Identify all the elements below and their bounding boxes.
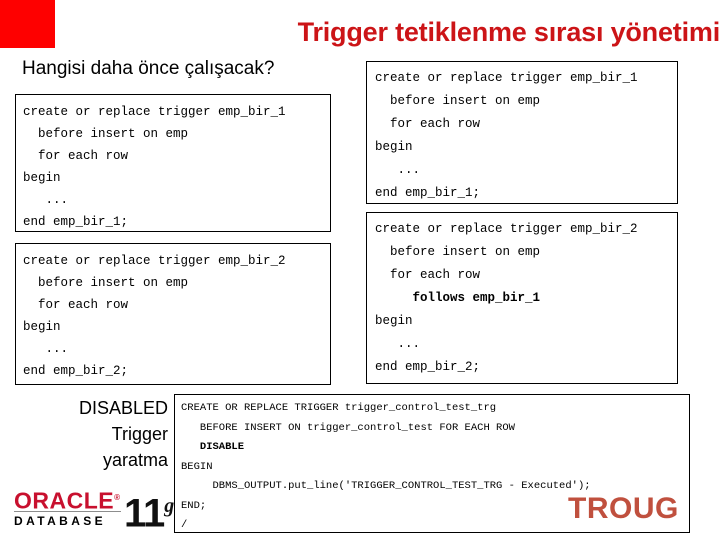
code-line: create or replace trigger emp_bir_2 — [375, 222, 638, 236]
code-line: before insert on emp — [23, 276, 189, 290]
code-line: for each row — [23, 149, 129, 163]
caption-line: Trigger — [111, 424, 168, 444]
code-line: begin — [375, 314, 413, 328]
oracle-product-label: DATABASE — [14, 514, 107, 528]
code-line: end emp_bir_2; — [375, 360, 481, 374]
code-line: create or replace trigger emp_bir_1 — [375, 71, 638, 85]
oracle-divider — [14, 511, 121, 512]
code-line: before insert on emp — [375, 245, 541, 259]
oracle-version-suffix: g — [164, 495, 174, 517]
code-line: for each row — [375, 117, 481, 131]
code-line: begin — [23, 320, 61, 334]
code-line: end emp_bir_1; — [375, 186, 481, 200]
oracle-database-logo: ORACLE® DATABASE 11g — [14, 484, 184, 536]
troug-logo: TROUG — [568, 492, 679, 525]
oracle-brand-text: ORACLE® — [14, 486, 121, 513]
caption-line: yaratma — [102, 450, 168, 470]
code-line: before insert on emp — [375, 94, 541, 108]
code-line: ... — [23, 193, 69, 207]
code-line: ... — [375, 163, 421, 177]
code-line: begin — [375, 140, 413, 154]
code-line: create or replace trigger emp_bir_1 — [23, 105, 286, 119]
code-block-left-trigger-2: create or replace trigger emp_bir_2 befo… — [15, 243, 331, 385]
code-block-right-trigger-1: create or replace trigger emp_bir_1 befo… — [366, 61, 678, 204]
caption-line: DISABLED — [78, 398, 168, 418]
registered-trademark-icon: ® — [114, 493, 121, 502]
oracle-version-number: 11 — [124, 491, 165, 536]
code-line: BEGIN — [181, 460, 213, 473]
code-line: for each row — [23, 298, 129, 312]
disabled-trigger-caption: DISABLED Trigger yaratma — [40, 395, 168, 473]
code-line: follows emp_bir_1 — [375, 291, 541, 305]
code-block-right-trigger-2-follows: create or replace trigger emp_bir_2 befo… — [366, 212, 678, 384]
code-block-left-trigger-1: create or replace trigger emp_bir_1 befo… — [15, 94, 331, 232]
page-title: Trigger tetiklenme sırası yönetimi — [297, 17, 720, 47]
oracle-version: 11g — [124, 484, 174, 536]
code-line: before insert on emp — [23, 127, 189, 141]
code-line: ... — [375, 337, 421, 351]
code-line: BEFORE INSERT ON trigger_control_test FO… — [181, 421, 515, 434]
code-line: ... — [23, 342, 69, 356]
question-label: Hangisi daha önce çalışacak? — [22, 58, 275, 79]
code-line: CREATE OR REPLACE TRIGGER trigger_contro… — [181, 402, 497, 414]
code-line: for each row — [375, 268, 481, 282]
oracle-brand-label: ORACLE — [14, 487, 115, 514]
code-line: DISABLE — [181, 441, 245, 453]
accent-block — [0, 0, 55, 48]
code-line: create or replace trigger emp_bir_2 — [23, 254, 286, 268]
code-line: end emp_bir_2; — [23, 364, 129, 378]
code-line: begin — [23, 171, 61, 185]
code-line: end emp_bir_1; — [23, 215, 129, 229]
